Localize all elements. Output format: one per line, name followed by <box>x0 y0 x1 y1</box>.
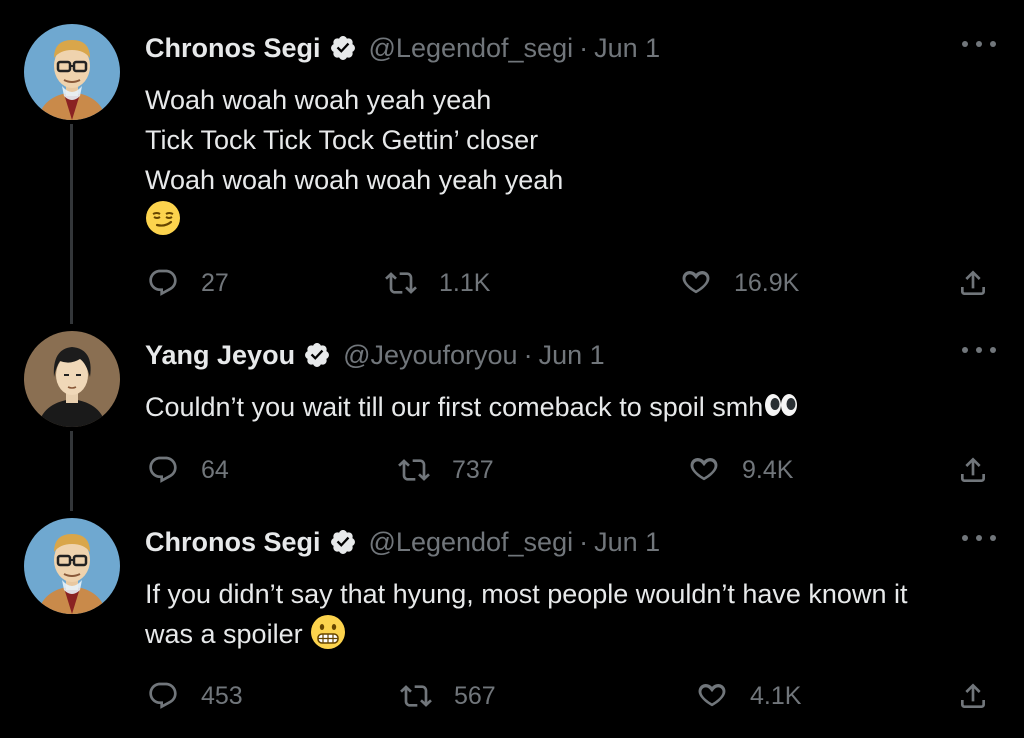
smirking-face-icon <box>145 200 181 236</box>
author-handle[interactable]: @Legendof_segi <box>369 33 574 64</box>
reply-count: 64 <box>201 455 229 484</box>
tweet-text: If you didn’t say that hyung, most peopl… <box>145 574 1004 654</box>
verified-badge-icon <box>329 34 357 62</box>
like-count: 4.1K <box>750 681 802 710</box>
retweet-button[interactable]: 567 <box>400 676 496 716</box>
tweet-date[interactable]: Jun 1 <box>539 340 605 371</box>
tweet-actions: 64 737 9.4K <box>0 450 1024 490</box>
reply-count: 27 <box>201 268 229 297</box>
author-handle[interactable]: @Jeyouforyou <box>343 340 518 371</box>
tweet[interactable]: Yang Jeyou @Jeyouforyou · Jun 1 Couldn’t… <box>0 320 1024 511</box>
tweet-line: Woah woah woah woah yeah yeah <box>145 165 564 195</box>
more-options-icon[interactable] <box>962 342 996 358</box>
reply-button[interactable]: 453 <box>147 676 243 716</box>
tweet-date[interactable]: Jun 1 <box>594 527 660 558</box>
reply-button[interactable]: 64 <box>147 450 229 490</box>
eyes-icon <box>763 387 799 423</box>
separator: · <box>523 339 533 370</box>
avatar[interactable] <box>24 24 120 120</box>
tweet-header: Yang Jeyou @Jeyouforyou · Jun 1 <box>145 339 605 371</box>
tweet-line: Woah woah woah yeah yeah <box>145 85 492 115</box>
tweet-header: Chronos Segi @Legendof_segi · Jun 1 <box>145 32 660 64</box>
like-count: 16.9K <box>734 268 800 297</box>
retweet-icon <box>385 272 417 294</box>
reply-icon <box>149 682 177 709</box>
tweet-line: Couldn’t you wait till our first comebac… <box>145 392 764 422</box>
like-button[interactable]: 4.1K <box>696 676 801 716</box>
tweet-text: Couldn’t you wait till our first comebac… <box>145 387 1004 427</box>
share-icon <box>961 457 985 482</box>
retweet-count: 737 <box>452 455 494 484</box>
reply-icon <box>149 269 177 296</box>
author-name[interactable]: Chronos Segi <box>145 33 321 64</box>
avatar[interactable] <box>24 331 120 427</box>
author-name[interactable]: Yang Jeyou <box>145 340 295 371</box>
avatar[interactable] <box>24 518 120 614</box>
author-name[interactable]: Chronos Segi <box>145 527 321 558</box>
retweet-button[interactable]: 737 <box>398 450 494 490</box>
retweet-count: 1.1K <box>439 268 491 297</box>
reply-count: 453 <box>201 681 243 710</box>
share-icon <box>961 270 985 295</box>
more-options-icon[interactable] <box>962 36 996 52</box>
tweet-line: was a spoiler <box>145 619 303 649</box>
separator: · <box>579 32 589 63</box>
tweet-actions: 27 1.1K 16.9K <box>0 263 1024 303</box>
tweet-text: Woah woah woah yeah yeah Tick Tock Tick … <box>145 80 1004 240</box>
share-button[interactable] <box>957 450 989 490</box>
heart-icon <box>698 684 726 707</box>
heart-icon <box>682 271 710 294</box>
reply-icon <box>149 456 177 483</box>
retweet-icon <box>398 459 430 481</box>
retweet-count: 567 <box>454 681 496 710</box>
verified-badge-icon <box>329 528 357 556</box>
tweet-actions: 453 567 4.1K <box>0 676 1024 716</box>
like-button[interactable]: 16.9K <box>680 263 799 303</box>
tweet[interactable]: Chronos Segi @Legendof_segi · Jun 1 If y… <box>0 510 1024 738</box>
more-options-icon[interactable] <box>962 530 996 546</box>
verified-badge-icon <box>303 341 331 369</box>
retweet-button[interactable]: 1.1K <box>385 263 490 303</box>
retweet-icon <box>400 685 432 707</box>
author-handle[interactable]: @Legendof_segi <box>369 527 574 558</box>
like-count: 9.4K <box>742 455 794 484</box>
tweet-line: If you didn’t say that hyung, most peopl… <box>145 579 908 609</box>
tweet-date[interactable]: Jun 1 <box>594 33 660 64</box>
separator: · <box>579 526 589 557</box>
grimacing-face-icon <box>310 614 346 650</box>
share-button[interactable] <box>957 676 989 716</box>
tweet[interactable]: Chronos Segi @Legendof_segi · Jun 1 Woah… <box>0 0 1024 324</box>
share-icon <box>961 683 985 708</box>
tweet-line: Tick Tock Tick Tock Gettin’ closer <box>145 125 539 155</box>
tweet-header: Chronos Segi @Legendof_segi · Jun 1 <box>145 526 660 558</box>
share-button[interactable] <box>957 263 989 303</box>
reply-button[interactable]: 27 <box>147 263 229 303</box>
like-button[interactable]: 9.4K <box>688 450 793 490</box>
heart-icon <box>690 458 718 481</box>
